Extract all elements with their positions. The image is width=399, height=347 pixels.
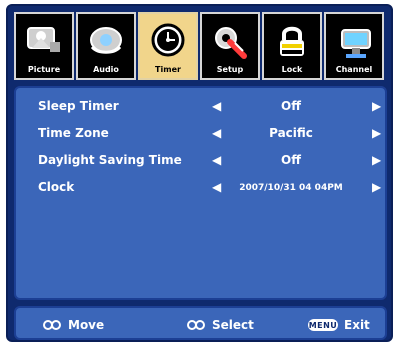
tab-label: Lock [281, 65, 303, 74]
left-arrow-icon[interactable]: ◀ [212, 180, 221, 194]
menu-row-time-zone[interactable]: Time Zone ◀ Pacific ▶ [16, 123, 385, 145]
tab-label: Picture [27, 65, 61, 74]
tab-audio[interactable]: Audio [76, 12, 136, 80]
menu-row-clock[interactable]: Clock ◀ 2007/10/31 04 04PM ▶ [16, 177, 385, 199]
left-arrow-icon[interactable]: ◀ [212, 153, 221, 167]
tv-person-icon [27, 27, 60, 52]
gear-icon [215, 27, 247, 59]
timer-menu: Sleep Timer ◀ Off ▶ Time Zone ◀ Pacific … [14, 86, 387, 300]
clock-icon [151, 23, 185, 57]
right-arrow-icon[interactable]: ▶ [372, 180, 381, 194]
sleep-timer-label: Sleep Timer [38, 99, 119, 113]
tab-timer[interactable]: Timer [138, 12, 198, 80]
right-arrow-icon[interactable]: ▶ [372, 153, 381, 167]
clock-value: 2007/10/31 04 04PM [239, 183, 343, 193]
menu-row-sleep-timer[interactable]: Sleep Timer ◀ Off ▶ [16, 96, 385, 118]
exit-label: Exit [344, 318, 370, 332]
tab-lock[interactable]: Lock [262, 12, 322, 80]
menu-key-label: MENU [308, 320, 338, 330]
tab-picture[interactable]: Picture [14, 12, 74, 80]
exit-hint: MENU Exit [308, 317, 370, 333]
tab-label: Setup [216, 65, 244, 74]
menu-key-icon: MENU [308, 319, 338, 331]
tab-channel[interactable]: Channel [324, 12, 384, 80]
move-label: Move [68, 318, 105, 332]
clock-label: Clock [38, 180, 75, 194]
daylight-saving-time-value: Off [281, 153, 301, 167]
osd-frame: Picture Audio Timer Setup Lock Channel S… [6, 4, 393, 342]
right-arrow-icon[interactable]: ▶ [372, 99, 381, 113]
speaker-icon [90, 27, 122, 54]
tab-setup[interactable]: Setup [200, 12, 260, 80]
move-keys-icon [43, 320, 61, 330]
daylight-saving-time-label: Daylight Saving Time [38, 153, 182, 167]
tv-set-icon [341, 29, 371, 58]
tab-label: Timer [155, 65, 181, 74]
right-arrow-icon[interactable]: ▶ [372, 126, 381, 140]
move-hint: Move [42, 317, 104, 333]
left-arrow-icon[interactable]: ◀ [212, 99, 221, 113]
select-keys-icon [187, 320, 205, 330]
lock-icon [280, 26, 304, 56]
menu-row-daylight-saving-time[interactable]: Daylight Saving Time ◀ Off ▶ [16, 150, 385, 172]
sleep-timer-value: Off [281, 99, 301, 113]
menu-tabs: Picture Audio Timer Setup Lock Channel [14, 12, 389, 80]
left-arrow-icon[interactable]: ◀ [212, 126, 221, 140]
time-zone-value: Pacific [269, 126, 313, 140]
tab-label: Channel [335, 65, 373, 74]
tab-label: Audio [93, 65, 119, 74]
select-hint: Select [186, 317, 254, 333]
help-bar: Move Select MENU Exit [14, 306, 387, 340]
select-label: Select [212, 318, 254, 332]
time-zone-label: Time Zone [38, 126, 109, 140]
